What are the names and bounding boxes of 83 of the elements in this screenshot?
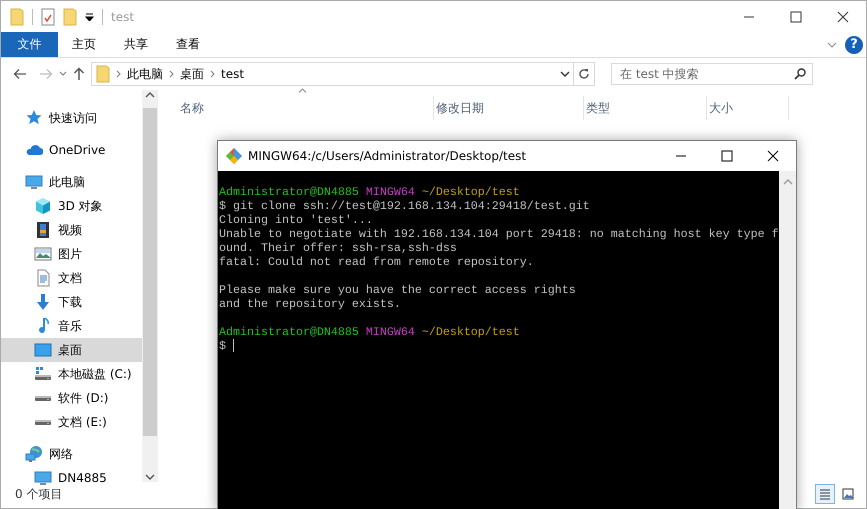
sidebar-item[interactable]: 3D 对象	[1, 194, 142, 218]
search-icon[interactable]	[794, 68, 806, 80]
search-field[interactable]: 在 test 中搜索	[611, 63, 813, 85]
sidebar-item[interactable]: 下载	[1, 290, 142, 314]
maximize-icon[interactable]	[790, 10, 802, 22]
sidebar-item[interactable]: 此电脑	[1, 170, 142, 194]
breadcrumb[interactable]: 此电脑	[127, 66, 163, 82]
details-view-button[interactable]	[815, 484, 835, 504]
command-text: git clone ssh://test@192.168.134.104:29418/test.git	[232, 199, 590, 213]
picture-icon	[34, 245, 52, 263]
sidebar-item[interactable]: 软件 (D:)	[1, 386, 142, 410]
ribbon-tab[interactable]: 共享	[110, 32, 162, 57]
chevron-right-icon	[169, 70, 174, 78]
close-icon[interactable]	[836, 10, 848, 22]
chevron-right-icon	[116, 70, 121, 78]
network-icon	[25, 445, 43, 463]
cube-icon	[34, 197, 52, 215]
down-arrow-icon	[34, 293, 52, 311]
help-button[interactable]: ?	[845, 36, 863, 54]
output-line: fatal: Could not read from remote repository.	[219, 255, 534, 269]
column-header[interactable]: 大小	[707, 96, 789, 120]
prompt-path: ~/Desktop/test	[422, 185, 520, 199]
scroll-up-icon[interactable]	[145, 92, 155, 98]
details-view-icon	[819, 488, 831, 500]
monitor-icon	[34, 469, 52, 487]
prompt-user: Administrator@DN4885	[219, 325, 359, 339]
prompt-path: ~/Desktop/test	[422, 325, 520, 339]
film-icon	[34, 221, 52, 239]
sidebar-item[interactable]: 图片	[1, 242, 142, 266]
scrollbar[interactable]	[779, 171, 796, 509]
prompt-sign: $	[219, 199, 226, 213]
ribbon-tab[interactable]: 查看	[162, 32, 214, 57]
drive-icon	[34, 394, 52, 402]
sidebar-item[interactable]: 本地磁盘 (C:)	[1, 362, 142, 386]
monitor-icon	[25, 173, 43, 191]
large-icons-view-icon	[842, 488, 854, 500]
dropdown-caret-icon[interactable]	[85, 12, 94, 20]
sidebar-item[interactable]: 网络	[1, 442, 142, 466]
column-header[interactable]: 修改日期	[434, 96, 584, 120]
chevron-down-icon[interactable]	[560, 71, 570, 77]
ribbon-tab[interactable]: 文件	[1, 32, 58, 57]
output-line: Please make sure you have the correct access rights	[219, 283, 576, 297]
breadcrumb[interactable]: test	[221, 67, 244, 81]
column-header[interactable]: 名称	[178, 96, 434, 120]
prompt-user: Administrator@DN4885	[219, 185, 359, 199]
refresh-icon[interactable]	[578, 68, 590, 80]
folder-icon	[96, 65, 110, 83]
drive-icon	[34, 365, 52, 383]
breadcrumb[interactable]: 桌面	[180, 66, 204, 82]
close-icon[interactable]	[767, 150, 779, 162]
chevron-right-icon	[210, 70, 215, 78]
prompt-shell: MINGW64	[366, 325, 415, 339]
column-header[interactable]: 类型	[584, 96, 707, 120]
sidebar-item[interactable]: 快速访问	[1, 106, 142, 130]
item-count: 0 个项目	[15, 486, 62, 502]
folder-icon	[63, 8, 77, 26]
prompt-shell: MINGW64	[366, 185, 415, 199]
sidebar-item[interactable]: 文档	[1, 266, 142, 290]
sidebar-item[interactable]: 视频	[1, 218, 142, 242]
folder-icon	[10, 8, 24, 26]
up-arrow-icon[interactable]	[73, 67, 85, 81]
window-title: test	[111, 10, 134, 24]
prompt-sign: $	[219, 339, 226, 353]
diamond-logo-icon	[226, 148, 242, 164]
sidebar-item[interactable]: 桌面	[1, 338, 142, 362]
output-line: Cloning into 'test'...	[219, 213, 373, 227]
sidebar-item[interactable]: 音乐	[1, 314, 142, 338]
scrollbar[interactable]	[142, 90, 158, 482]
desktop-icon	[34, 341, 52, 359]
ribbon-tab[interactable]: 主页	[58, 32, 110, 57]
sidebar-item[interactable]: 文档 (E:)	[1, 410, 142, 434]
output-line: Unable to negotiate with 192.168.134.104 port 29418: no matching host key type f	[219, 227, 779, 241]
sidebar-item[interactable]: OneDrive	[1, 138, 142, 162]
output-line: and the repository exists.	[219, 297, 401, 311]
checklist-icon[interactable]	[41, 8, 55, 26]
output-line: ound. Their offer: ssh-rsa,ssh-dss	[219, 241, 457, 255]
scroll-down-icon[interactable]	[145, 474, 155, 480]
maximize-icon[interactable]	[721, 150, 733, 162]
drive-icon	[34, 418, 52, 426]
address-bar[interactable]: 此电脑 桌面 test	[91, 62, 595, 86]
back-arrow-icon[interactable]	[13, 68, 27, 80]
star-icon	[25, 109, 43, 127]
window-title: MINGW64:/c/Users/Administrator/Desktop/test	[248, 149, 526, 163]
